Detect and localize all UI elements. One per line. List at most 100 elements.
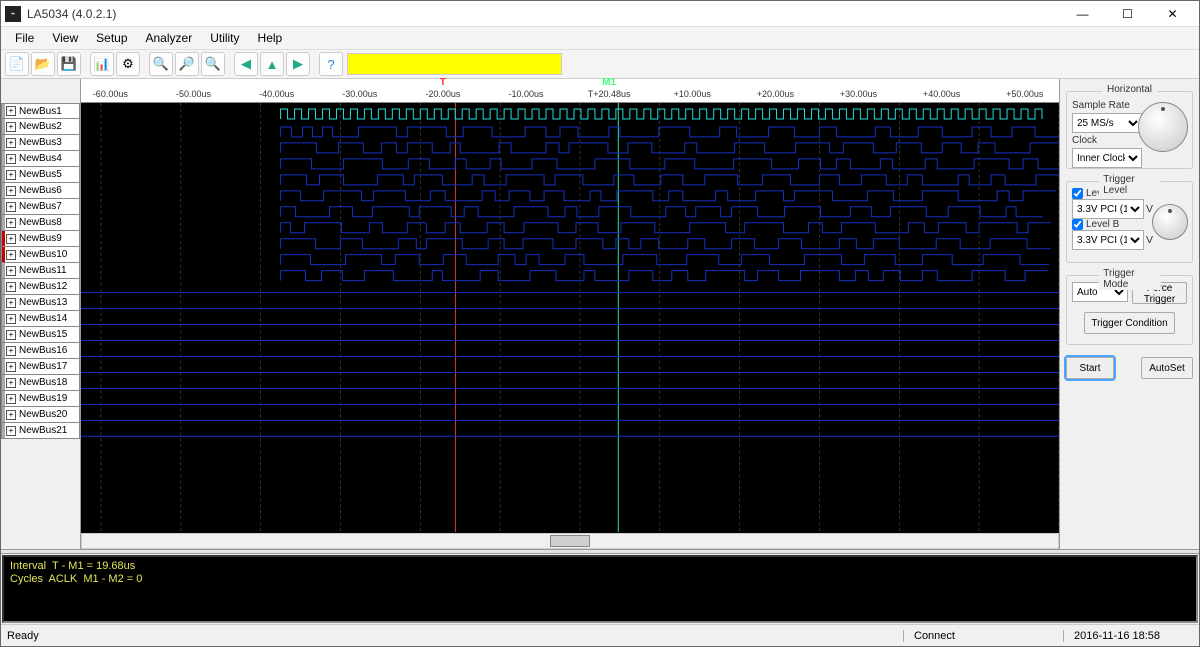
bus-row[interactable]: +NewBus18 [1,375,80,391]
clock-select[interactable]: Inner Clock [1072,148,1142,168]
expand-icon[interactable]: + [6,122,16,132]
zoom-in-icon[interactable]: 🔍 [149,52,173,76]
menu-utility[interactable]: Utility [202,29,247,47]
expand-icon[interactable]: + [6,410,16,420]
expand-icon[interactable]: + [6,170,16,180]
bus-row[interactable]: +NewBus13 [1,295,80,311]
expand-icon[interactable]: + [6,330,16,340]
bus-led-icon [2,167,5,182]
bus-row[interactable]: +NewBus6 [1,183,80,199]
scrollbar-thumb[interactable] [550,535,590,547]
bus-row[interactable]: +NewBus3 [1,135,80,151]
bus-led-icon [2,359,5,374]
bus-row[interactable]: +NewBus20 [1,407,80,423]
expand-icon[interactable]: + [6,266,16,276]
zoom-fit-icon[interactable]: 🔍 [201,52,225,76]
level-b-checkbox[interactable] [1072,219,1083,230]
menu-file[interactable]: File [7,29,42,47]
open-icon[interactable]: 📂 [31,52,55,76]
horizontal-knob[interactable] [1138,102,1188,152]
trigger-level-knob[interactable] [1152,204,1188,240]
autoset-button[interactable]: AutoSet [1141,357,1193,379]
start-button[interactable]: Start [1066,357,1114,379]
save-icon[interactable]: 💾 [57,52,81,76]
t-marker[interactable]: T [440,77,446,88]
bus-led-icon [2,183,5,198]
horizontal-scrollbar[interactable] [81,533,1059,549]
zoom-out-icon[interactable]: 🔎 [175,52,199,76]
menu-setup[interactable]: Setup [88,29,135,47]
level-a-select[interactable]: 3.3V PCI (1 [1072,199,1144,219]
expand-icon[interactable]: + [6,154,16,164]
bus-label: NewBus19 [19,393,67,404]
expand-icon[interactable]: + [6,314,16,324]
bus-row[interactable]: +NewBus12 [1,279,80,295]
ruler-tick: T+20.48us [588,89,631,99]
bus-led-icon [2,311,5,326]
bus-row[interactable]: +NewBus2 [1,119,80,135]
bus-row[interactable]: +NewBus1 [1,103,80,119]
status-bar: Ready Connect 2016-11-16 18:58 [1,624,1199,646]
ruler-tick: +30.00us [840,89,877,99]
arrow-left-icon[interactable]: ◀ [234,52,258,76]
expand-icon[interactable]: + [6,250,16,260]
bus-led-icon [2,199,5,214]
bus-row[interactable]: +NewBus16 [1,343,80,359]
toolbar-highlight-box[interactable] [347,53,562,75]
time-ruler[interactable]: T M1 -60.00us-50.00us-40.00us-30.00us-20… [81,79,1059,103]
status-datetime: 2016-11-16 18:58 [1063,630,1193,642]
menu-view[interactable]: View [44,29,86,47]
bus-label: NewBus18 [19,377,67,388]
expand-icon[interactable]: + [6,202,16,212]
bus-row[interactable]: +NewBus5 [1,167,80,183]
bus-row[interactable]: +NewBus17 [1,359,80,375]
ruler-tick: +50.00us [1006,89,1043,99]
arrow-right-icon[interactable]: ▶ [286,52,310,76]
expand-icon[interactable]: + [6,106,16,116]
bus-label: NewBus3 [19,137,62,148]
expand-icon[interactable]: + [6,378,16,388]
expand-icon[interactable]: + [6,362,16,372]
m1-marker[interactable]: M1 [602,77,616,88]
expand-icon[interactable]: + [6,282,16,292]
expand-icon[interactable]: + [6,298,16,308]
arrow-up-icon[interactable]: ▲ [260,52,284,76]
waveform-canvas[interactable] [81,103,1059,533]
menubar: File View Setup Analyzer Utility Help [1,27,1199,49]
bus-row[interactable]: +NewBus14 [1,311,80,327]
bus-row[interactable]: +NewBus4 [1,151,80,167]
menu-analyzer[interactable]: Analyzer [138,29,201,47]
bus-row[interactable]: +NewBus21 [1,423,80,439]
maximize-button[interactable]: ☐ [1105,1,1150,27]
close-button[interactable]: ✕ [1150,1,1195,27]
bus-row[interactable]: +NewBus8 [1,215,80,231]
bus-row[interactable]: +NewBus11 [1,263,80,279]
minimize-button[interactable]: — [1060,1,1105,27]
bus-label: NewBus17 [19,361,67,372]
bus-row[interactable]: +NewBus7 [1,199,80,215]
window-titlebar: ⌁ LA5034 (4.0.2.1) — ☐ ✕ [1,1,1199,27]
level-a-checkbox[interactable] [1072,188,1083,199]
bus-led-icon [2,375,5,390]
settings-icon[interactable]: ⚙ [116,52,140,76]
bus-label: NewBus1 [19,106,62,117]
bus-row[interactable]: +NewBus15 [1,327,80,343]
expand-icon[interactable]: + [6,218,16,228]
expand-icon[interactable]: + [6,234,16,244]
expand-icon[interactable]: + [6,394,16,404]
bars-icon[interactable]: 📊 [90,52,114,76]
bus-row[interactable]: +NewBus9 [1,231,80,247]
console-splitter[interactable] [1,549,1199,554]
expand-icon[interactable]: + [6,426,16,436]
expand-icon[interactable]: + [6,138,16,148]
sample-rate-select[interactable]: 25 MS/s [1072,113,1142,133]
bus-row[interactable]: +NewBus19 [1,391,80,407]
bus-row[interactable]: +NewBus10 [1,247,80,263]
expand-icon[interactable]: + [6,186,16,196]
level-b-select[interactable]: 3.3V PCI (1 [1072,230,1144,250]
menu-help[interactable]: Help [250,29,291,47]
trigger-condition-button[interactable]: Trigger Condition [1084,312,1174,334]
new-icon[interactable]: 📄 [5,52,29,76]
help-icon[interactable]: ? [319,52,343,76]
expand-icon[interactable]: + [6,346,16,356]
